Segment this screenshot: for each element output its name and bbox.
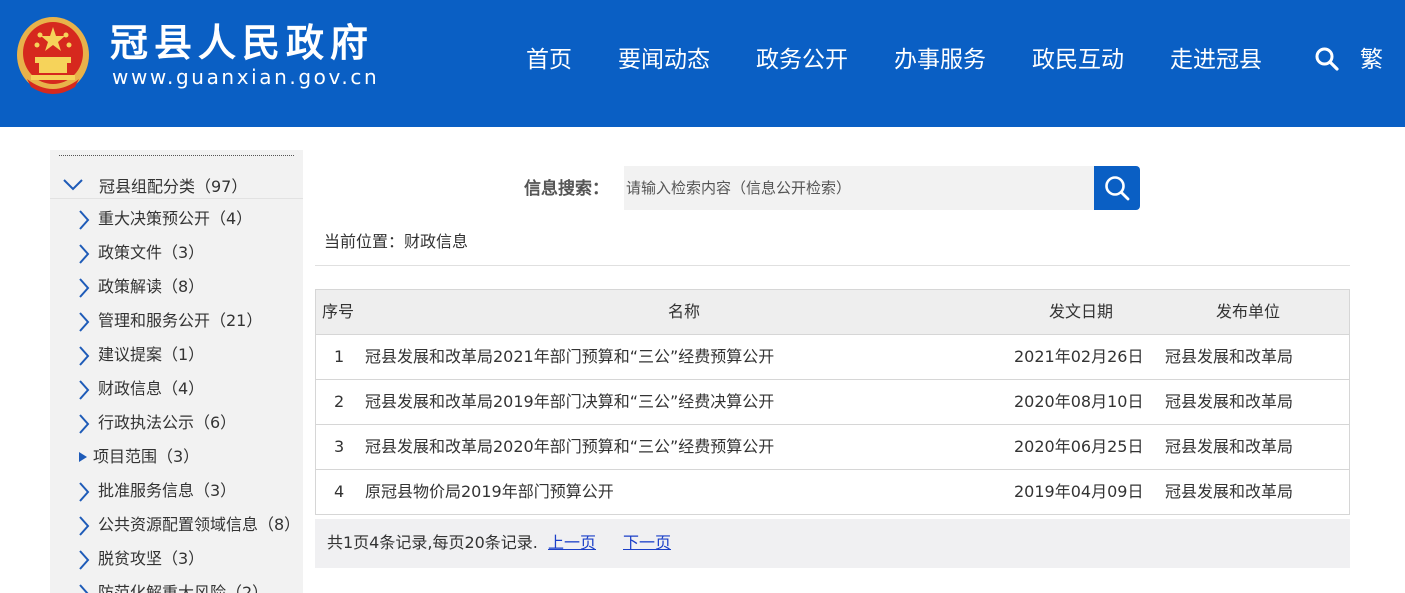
category-item-label: 政策解读（8） [98,277,205,296]
category-item[interactable]: 财政信息（4） [50,372,303,406]
category-item[interactable]: 行政执法公示（6） [50,406,303,440]
category-sidebar: 冠县组配分类（97） 重大决策预公开（4） 政策文件（3） 政策解读（8） 管理… [50,150,303,593]
nav-gov-affairs[interactable]: 政务公开 [733,40,871,80]
nav-news[interactable]: 要闻动态 [595,40,733,80]
chevron-right-icon [79,210,90,230]
nav-interaction[interactable]: 政民互动 [1009,40,1147,80]
category-item[interactable]: 公共资源配置领域信息（8） [50,508,303,542]
chevron-right-icon [79,414,90,434]
row-no: 3 [334,437,345,456]
row-title-link[interactable]: 冠县发展和改革局2020年部门预算和“三公”经费预算公开 [365,425,774,469]
prev-page-link[interactable]: 上一页 [548,531,596,555]
site-header: 冠县人民政府 www.guanxian.gov.cn 首页 要闻动态 政务公开 … [0,0,1405,127]
category-item-label: 管理和服务公开（21） [98,311,263,330]
chevron-down-icon [63,179,83,191]
chevron-right-icon [79,312,90,332]
search-label: 信息搜索： [524,179,609,199]
next-page-link[interactable]: 下一页 [623,531,671,555]
chevron-right-icon [79,516,90,536]
site-title: 冠县人民政府 [110,20,375,65]
pagination: 共1页4条记录,每页20条记录. 上一页 下一页 [315,519,1350,568]
category-item[interactable]: 政策文件（3） [50,236,303,270]
category-item-label: 重大决策预公开（4） [98,209,253,228]
national-emblem-icon [17,17,89,94]
chevron-right-icon [79,482,90,502]
table-row[interactable]: 4 原冠县物价局2019年部门预算公开 2019年04月09日 冠县发展和改革局 [316,470,1349,515]
header-no: 序号 [322,302,355,321]
pagination-summary: 共1页4条记录,每页20条记录. [327,533,538,552]
category-root[interactable]: 冠县组配分类（97） [62,173,247,197]
category-item[interactable]: 管理和服务公开（21） [50,304,303,338]
header-date: 发文日期 [1049,302,1114,321]
row-unit: 冠县发展和改革局 [1165,347,1294,366]
site-url: www.guanxian.gov.cn [112,65,380,89]
category-item-label: 防范化解重大风险（2） [98,583,269,593]
row-no: 4 [334,482,345,501]
row-date: 2021年02月26日 [1014,347,1144,366]
row-date: 2020年08月10日 [1014,392,1144,411]
header-unit: 发布单位 [1216,302,1281,321]
sidebar-divider [59,155,294,156]
chevron-right-icon [79,244,90,264]
category-item[interactable]: 建议提案（1） [50,338,303,372]
chevron-right-icon [79,550,90,570]
category-item[interactable]: 批准服务信息（3） [50,474,303,508]
row-no: 2 [334,392,345,411]
row-unit: 冠县发展和改革局 [1165,437,1294,456]
category-item[interactable]: 重大决策预公开（4） [50,202,303,236]
category-item-label: 政策文件（3） [98,243,205,262]
table-row[interactable]: 3 冠县发展和改革局2020年部门预算和“三公”经费预算公开 2020年06月2… [316,425,1349,470]
chevron-right-icon [79,346,90,366]
category-item-label: 建议提案（1） [98,345,205,364]
search-icon [1105,176,1130,201]
nav-services[interactable]: 办事服务 [871,40,1009,80]
main-nav: 首页 要闻动态 政务公开 办事服务 政民互动 走进冠县 [503,40,1285,80]
row-date: 2019年04月09日 [1014,482,1144,501]
breadcrumb-divider [315,265,1350,266]
breadcrumb: 当前位置：财政信息 [324,232,469,251]
category-item-label: 项目范围（3） [93,447,200,466]
category-item-label: 公共资源配置领域信息（8） [98,515,301,534]
row-title-link[interactable]: 原冠县物价局2019年部门预算公开 [365,470,614,514]
search-input[interactable] [624,166,1094,210]
search-button[interactable] [1094,166,1140,210]
row-title-link[interactable]: 冠县发展和改革局2021年部门预算和“三公”经费预算公开 [365,335,774,379]
row-unit: 冠县发展和改革局 [1165,482,1294,501]
row-title-link[interactable]: 冠县发展和改革局2019年部门决算和“三公”经费决算公开 [365,380,774,424]
row-no: 1 [334,347,345,366]
chevron-right-icon [79,584,89,593]
category-item-label: 脱贫攻坚（3） [98,549,205,568]
nav-home[interactable]: 首页 [503,40,595,80]
traditional-chinese-toggle[interactable]: 繁 [1360,40,1383,80]
category-item[interactable]: 政策解读（8） [50,270,303,304]
category-item-label: 批准服务信息（3） [98,481,237,500]
search-icon[interactable] [1314,46,1340,72]
row-date: 2020年06月25日 [1014,437,1144,456]
row-unit: 冠县发展和改革局 [1165,392,1294,411]
category-item[interactable]: 防范化解重大风险（2） [50,576,303,593]
document-table: 序号 名称 发文日期 发布单位 1 冠县发展和改革局2021年部门预算和“三公”… [315,289,1350,515]
category-item[interactable]: 脱贫攻坚（3） [50,542,303,576]
chevron-right-icon [79,278,90,298]
table-row[interactable]: 1 冠县发展和改革局2021年部门预算和“三公”经费预算公开 2021年02月2… [316,335,1349,380]
category-list: 重大决策预公开（4） 政策文件（3） 政策解读（8） 管理和服务公开（21） 建… [50,202,303,593]
chevron-right-icon [79,380,90,400]
category-item[interactable]: 项目范围（3） [50,440,303,474]
triangle-right-icon [79,452,87,462]
table-header: 序号 名称 发文日期 发布单位 [316,290,1349,335]
category-item-label: 行政执法公示（6） [98,413,237,432]
header-name: 名称 [668,302,701,321]
table-row[interactable]: 2 冠县发展和改革局2019年部门决算和“三公”经费决算公开 2020年08月1… [316,380,1349,425]
sidebar-divider [50,198,303,199]
nav-about[interactable]: 走进冠县 [1147,40,1285,80]
category-item-label: 财政信息（4） [98,379,205,398]
category-root-label: 冠县组配分类（97） [99,177,248,196]
